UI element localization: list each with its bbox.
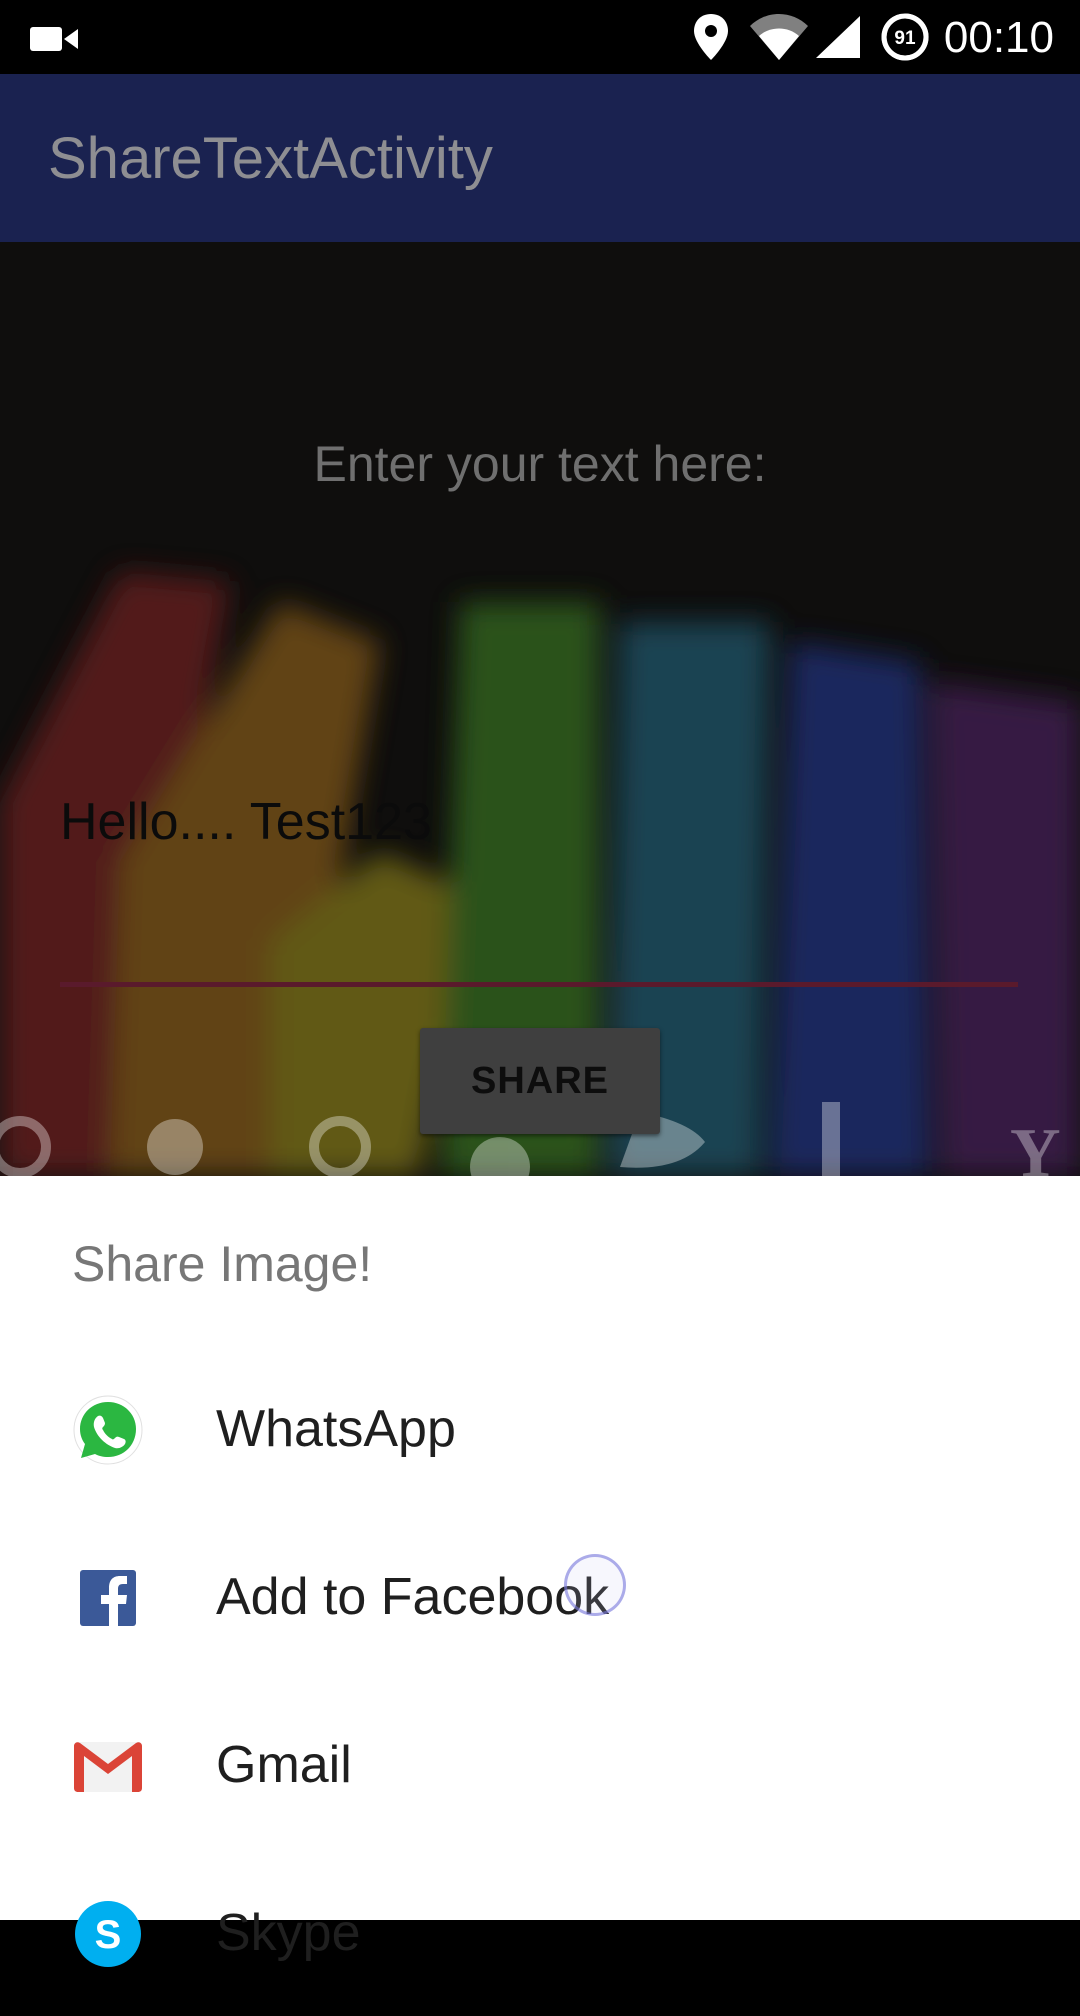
- share-chooser-sheet: Share Image! WhatsApp Add to Facebook Gm…: [0, 1176, 1080, 1967]
- whatsapp-icon: [72, 1394, 144, 1466]
- text-prompt-label: Enter your text here:: [313, 436, 767, 492]
- wifi-icon: [750, 14, 808, 65]
- app-bar: ShareTextActivity: [0, 74, 1080, 242]
- share-option-label: Gmail: [216, 1736, 352, 1794]
- share-option-skype[interactable]: S Skype: [0, 1848, 1080, 2016]
- main-content: Y Enter your text here: Hello.... Test12…: [0, 242, 1080, 1176]
- share-option-label: Skype: [216, 1904, 361, 1962]
- share-option-gmail[interactable]: Gmail: [0, 1680, 1080, 1848]
- share-option-facebook[interactable]: Add to Facebook: [0, 1512, 1080, 1680]
- status-time: 00:10: [943, 13, 1054, 62]
- battery-level-text: 91: [894, 28, 916, 49]
- skype-icon: S: [72, 1898, 144, 1970]
- share-option-label: WhatsApp: [216, 1400, 456, 1458]
- share-option-label: Add to Facebook: [216, 1568, 610, 1626]
- cell-signal-icon: [816, 16, 860, 63]
- status-bar: 91 00:10: [0, 0, 1080, 74]
- share-text-input[interactable]: Hello.... Test123: [60, 782, 1020, 862]
- input-underline: [60, 982, 1018, 987]
- location-pin-icon: [694, 14, 728, 65]
- app-title: ShareTextActivity: [48, 126, 493, 191]
- gmail-icon: [72, 1730, 144, 1802]
- battery-icon: 91: [880, 12, 930, 67]
- share-option-whatsapp[interactable]: WhatsApp: [0, 1344, 1080, 1512]
- svg-text:Y: Y: [1010, 1115, 1061, 1176]
- share-button[interactable]: SHARE: [420, 1028, 660, 1134]
- video-camera-icon: [30, 24, 80, 59]
- facebook-icon: [72, 1562, 144, 1634]
- touch-indicator: [564, 1554, 626, 1616]
- share-sheet-title: Share Image!: [72, 1236, 373, 1292]
